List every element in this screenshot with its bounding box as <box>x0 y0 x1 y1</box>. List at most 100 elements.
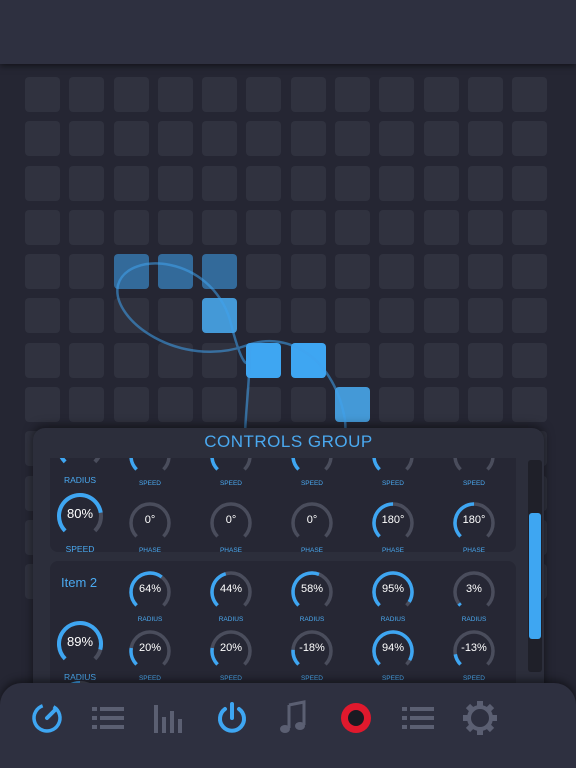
pad-cell[interactable] <box>290 77 326 112</box>
pad-cell[interactable] <box>335 121 371 157</box>
pad-cell[interactable] <box>25 165 60 201</box>
pad-cell[interactable] <box>379 77 415 112</box>
knob-radius[interactable]: 64% RADIUS <box>127 569 173 627</box>
knob-phase[interactable]: 0° PHASE <box>208 500 254 552</box>
pad-cell[interactable] <box>157 121 193 157</box>
pad-cell[interactable] <box>379 387 415 423</box>
pad-cell[interactable] <box>25 254 60 290</box>
knob-speed[interactable]: 20% SPEED <box>208 628 254 686</box>
pad-cell[interactable] <box>157 209 193 245</box>
pad-cell[interactable] <box>202 165 238 201</box>
pad-cell[interactable] <box>69 254 105 290</box>
pad-cell[interactable] <box>423 387 459 423</box>
pad-cell[interactable] <box>246 209 282 245</box>
knob-speed[interactable]: -18% SPEED <box>289 628 335 686</box>
pad-cell[interactable] <box>69 209 105 245</box>
tab-settings[interactable] <box>455 693 505 743</box>
pad-cell[interactable] <box>113 165 149 201</box>
pad-cell[interactable] <box>467 209 503 245</box>
pad-cell[interactable] <box>25 209 60 245</box>
knob-radius[interactable]: 95% RADIUS <box>370 569 416 627</box>
pad-cell[interactable] <box>25 121 60 157</box>
knob-radius[interactable]: 44% RADIUS <box>208 569 254 627</box>
pad-cell[interactable] <box>467 298 503 334</box>
pad-cell[interactable] <box>423 209 459 245</box>
knob-radius[interactable]: 89% RADIUS <box>55 619 105 685</box>
pad-cell[interactable] <box>246 77 282 112</box>
tab-levels[interactable] <box>145 693 195 743</box>
pad-cell[interactable] <box>467 387 503 423</box>
pad-cell[interactable] <box>335 387 371 423</box>
pad-cell[interactable] <box>113 254 149 290</box>
knob-radius[interactable]: 58% RADIUS <box>289 569 335 627</box>
knob-speed[interactable]: -79% SPEED <box>370 458 416 491</box>
pad-cell[interactable] <box>69 77 105 112</box>
knob-phase[interactable]: 180° PHASE <box>370 500 416 552</box>
knob-speed[interactable]: -39% SPEED <box>127 458 173 491</box>
knob-speed[interactable]: 94% SPEED <box>370 628 416 686</box>
pad-cell[interactable] <box>379 165 415 201</box>
pad-cell[interactable] <box>113 77 149 112</box>
pad-cell[interactable] <box>423 254 459 290</box>
pad-cell[interactable] <box>290 165 326 201</box>
pad-cell[interactable] <box>467 121 503 157</box>
knob-phase[interactable]: 0° PHASE <box>289 500 335 552</box>
pad-cell[interactable] <box>246 254 282 290</box>
pad-cell[interactable] <box>512 298 548 334</box>
pad-cell[interactable] <box>25 387 60 423</box>
pad-cell[interactable] <box>157 387 193 423</box>
scroll-thumb[interactable] <box>529 513 541 639</box>
pad-cell[interactable] <box>113 209 149 245</box>
knob-radius[interactable]: RADIUS <box>55 458 105 488</box>
pad-cell[interactable] <box>512 121 548 157</box>
pad-cell[interactable] <box>202 77 238 112</box>
pad-cell[interactable] <box>423 77 459 112</box>
pad-cell[interactable] <box>202 298 238 334</box>
tab-list[interactable] <box>83 693 133 743</box>
pad-cell[interactable] <box>423 121 459 157</box>
pad-cell[interactable] <box>379 209 415 245</box>
pad-cell[interactable] <box>246 387 282 423</box>
pad-cell[interactable] <box>25 298 60 334</box>
pad-cell[interactable] <box>290 209 326 245</box>
knob-radius[interactable]: 3% RADIUS <box>451 569 497 627</box>
tab-music[interactable] <box>268 693 318 743</box>
pad-cell[interactable] <box>290 387 326 423</box>
pad-cell[interactable] <box>157 342 193 378</box>
pad-cell[interactable] <box>512 387 548 423</box>
pad-cell[interactable] <box>512 77 548 112</box>
pad-cell[interactable] <box>69 342 105 378</box>
pad-cell[interactable] <box>157 77 193 112</box>
knob-speed[interactable]: 0% SPEED <box>451 458 497 491</box>
pad-cell[interactable] <box>467 165 503 201</box>
pad-cell[interactable] <box>379 121 415 157</box>
pad-cell[interactable] <box>512 165 548 201</box>
pad-cell[interactable] <box>290 254 326 290</box>
knob-speed[interactable]: 20% SPEED <box>127 628 173 686</box>
pad-cell[interactable] <box>335 342 371 378</box>
pad-cell[interactable] <box>335 209 371 245</box>
pad-cell[interactable] <box>157 165 193 201</box>
pad-cell[interactable] <box>202 387 238 423</box>
pad-cell[interactable] <box>113 342 149 378</box>
pad-cell[interactable] <box>246 121 282 157</box>
tab-record[interactable] <box>331 693 381 743</box>
pad-cell[interactable] <box>157 254 193 290</box>
pad-cell[interactable] <box>202 342 238 378</box>
pad-cell[interactable] <box>379 254 415 290</box>
knob-speed[interactable]: -59% SPEED <box>289 458 335 491</box>
pad-cell[interactable] <box>25 77 60 112</box>
pad-cell[interactable] <box>290 342 326 378</box>
knob-speed[interactable]: -13% SPEED <box>451 628 497 686</box>
pad-cell[interactable] <box>202 254 238 290</box>
pad-cell[interactable] <box>202 121 238 157</box>
pad-cell[interactable] <box>25 342 60 378</box>
tab-power[interactable] <box>207 693 257 743</box>
knob-speed[interactable]: 80% SPEED <box>55 491 105 552</box>
pad-cell[interactable] <box>467 77 503 112</box>
pad-cell[interactable] <box>379 342 415 378</box>
knob-phase[interactable]: 0° PHASE <box>127 500 173 552</box>
pad-cell[interactable] <box>69 298 105 334</box>
pad-cell[interactable] <box>290 121 326 157</box>
pad-cell[interactable] <box>290 298 326 334</box>
